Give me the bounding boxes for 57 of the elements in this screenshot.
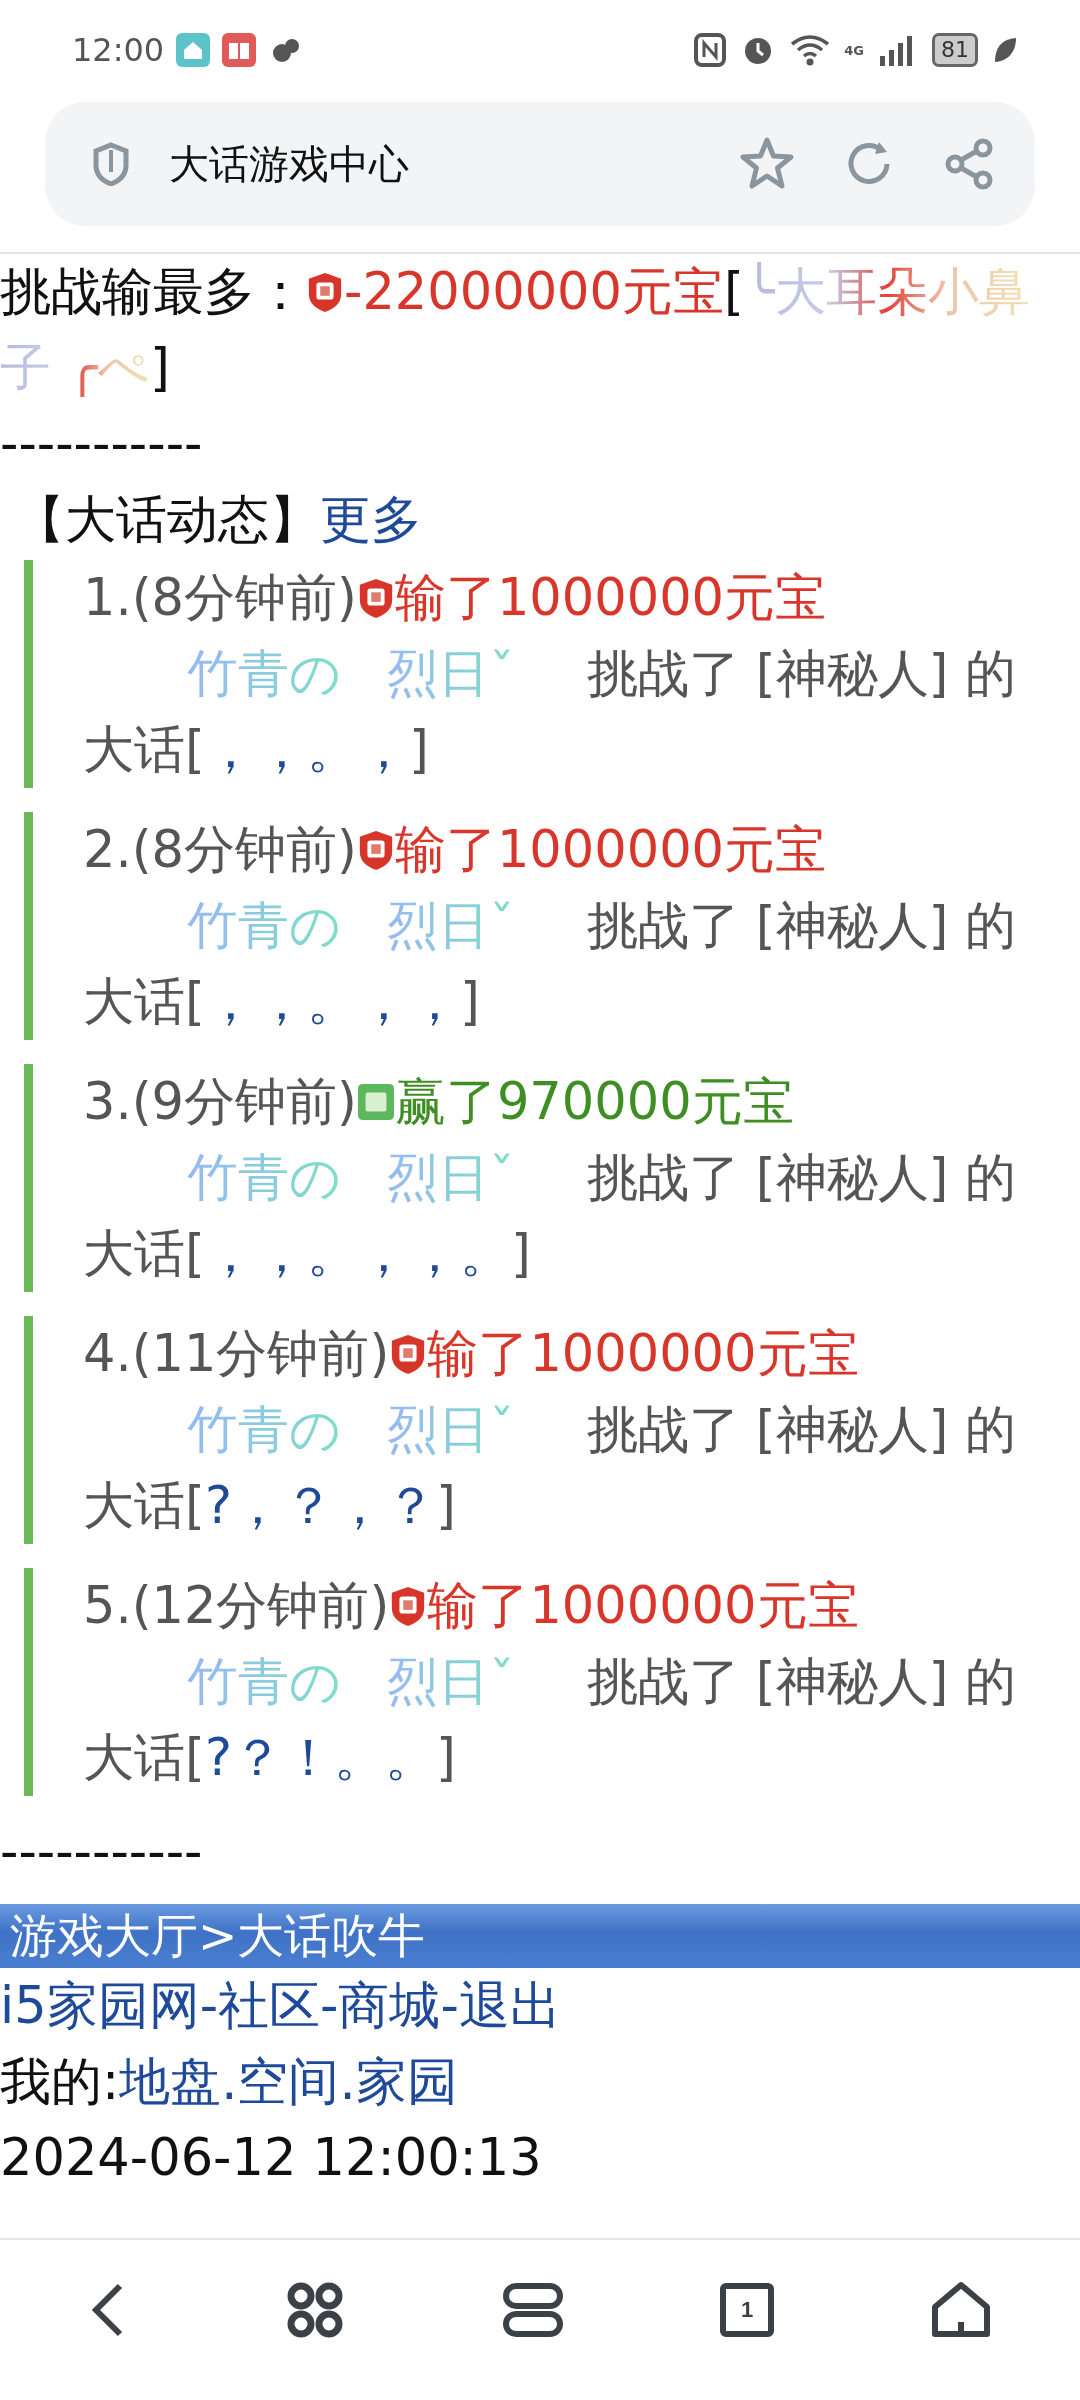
speech-text: 大话[?？！。。] <box>83 1728 456 1787</box>
shield-icon <box>93 142 129 186</box>
speech-text: 大话[，，。，，。] <box>83 1224 531 1283</box>
entry-time: 1.(8分钟前) <box>83 568 357 627</box>
bracket: ] <box>149 338 170 397</box>
separator: - <box>199 1976 219 2035</box>
nav-link[interactable]: 地盘 <box>119 2052 222 2111</box>
clock: 12:00 <box>72 31 165 69</box>
nfc-icon <box>694 33 727 67</box>
entry-time: 4.(11分钟前) <box>83 1324 390 1383</box>
share-icon[interactable] <box>943 138 995 190</box>
battery-level: 81 <box>932 33 978 67</box>
challenge-text: 挑战了 [神秘人] 的 <box>586 644 1016 703</box>
entry-result: 输了1000000元宝 <box>427 1324 859 1383</box>
nav-link[interactable]: 商城 <box>338 1976 441 2035</box>
separator: - <box>320 1976 339 2035</box>
challenge-text: 挑战了 [神秘人] 的 <box>586 896 1016 955</box>
challenge-text: 挑战了 [神秘人] 的 <box>586 1652 1016 1711</box>
leaf-icon <box>992 35 1018 65</box>
entry-result: 输了1000000元宝 <box>427 1576 859 1635</box>
speech-text: 大话[，，。，] <box>83 720 429 779</box>
divider-text: ----------- <box>0 413 204 475</box>
my-label: 我的: <box>0 2052 120 2111</box>
house-app-icon <box>176 33 211 67</box>
shield-badge-icon <box>306 270 344 314</box>
timestamp: 2024-06-12 12:00:13 <box>0 2127 543 2189</box>
separator: . <box>221 2052 238 2111</box>
address-bar[interactable]: 大话游戏中心 <box>45 102 1035 226</box>
star-icon[interactable] <box>739 136 795 192</box>
entry-result: 输了1000000元宝 <box>394 568 827 627</box>
record-label: 挑战输最多： <box>0 262 306 321</box>
nav-link[interactable]: 空间 <box>237 2052 340 2111</box>
book-app-icon <box>222 33 257 67</box>
bracket: [ <box>724 262 744 321</box>
network-label: 4G <box>844 43 864 57</box>
nav-link[interactable]: i5家园网 <box>0 1976 200 2035</box>
separator: - <box>440 1976 459 2035</box>
loss-amount: -22000000元宝 <box>344 262 724 321</box>
separator: . <box>339 2052 356 2111</box>
nav-link[interactable]: 退出 <box>458 1976 561 2035</box>
entry-time: 5.(12分钟前) <box>83 1576 390 1635</box>
entry-time: 3.(9分钟前) <box>83 1072 357 1131</box>
entry-time: 2.(8分钟前) <box>83 820 357 879</box>
nav-link[interactable]: 社区 <box>218 1976 321 2035</box>
divider-text: ----------- <box>0 1821 204 1883</box>
wifi-icon <box>790 34 831 66</box>
entry-result: 赢了970000元宝 <box>394 1072 794 1131</box>
nav-link[interactable]: 家园 <box>355 2052 458 2111</box>
more-link[interactable]: 更多 <box>320 490 422 549</box>
challenge-text: 挑战了 [神秘人] 的 <box>586 1400 1016 1459</box>
section-title: 【大话动态】 <box>14 490 320 549</box>
entry-result: 输了1000000元宝 <box>394 820 827 879</box>
speech-text: 大话[?，？，？] <box>83 1476 456 1535</box>
speech-text: 大话[，，。，，] <box>83 972 480 1031</box>
challenge-text: 挑战了 [神秘人] 的 <box>586 1148 1016 1207</box>
page-title: 大话游戏中心 <box>169 139 409 189</box>
breadcrumb-bar: 游戏大厅>大话吹牛 <box>0 1904 1080 1968</box>
